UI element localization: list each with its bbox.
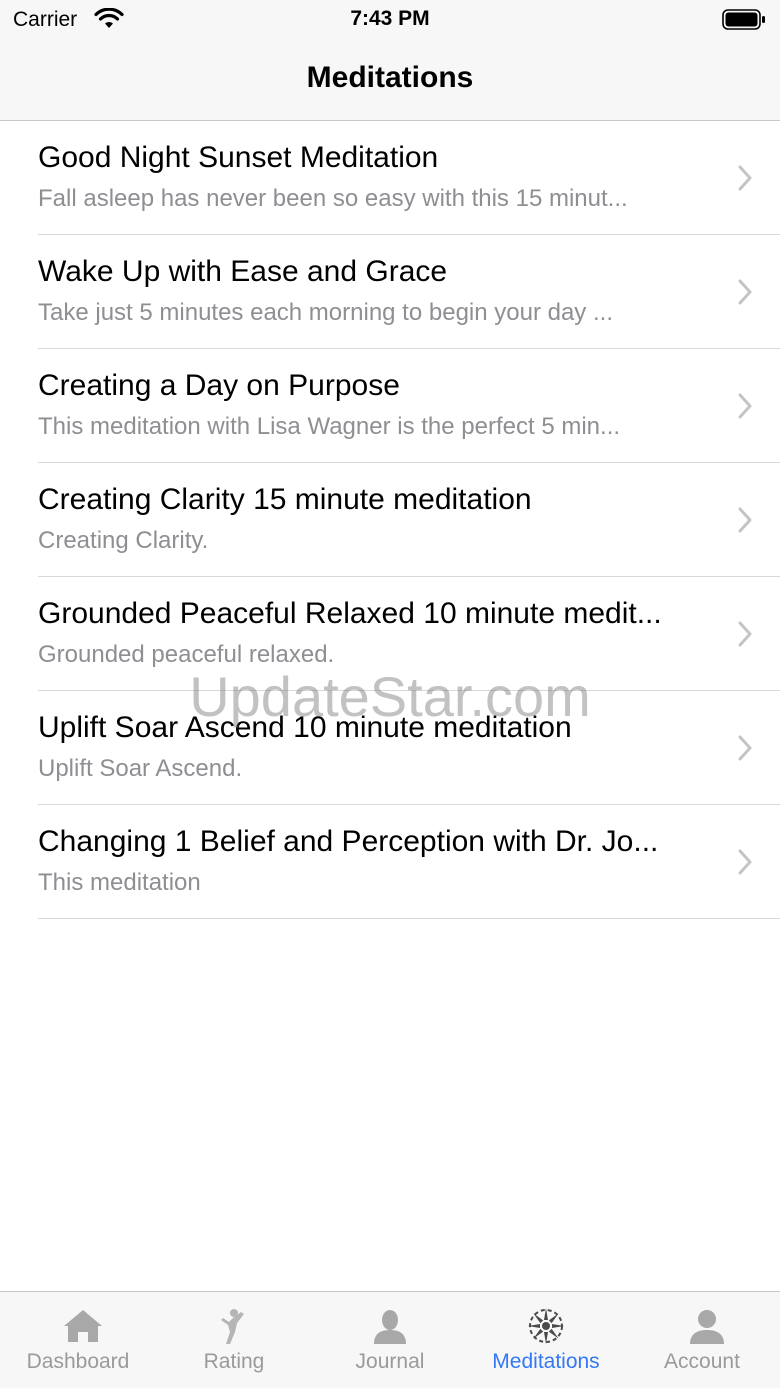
tab-label: Meditations bbox=[492, 1350, 600, 1373]
chevron-right-icon bbox=[738, 165, 752, 191]
tab-dashboard[interactable]: Dashboard bbox=[0, 1292, 156, 1388]
item-title: Wake Up with Ease and Grace bbox=[38, 255, 448, 288]
meditation-list: Good Night Sunset Meditation Fall asleep… bbox=[0, 121, 780, 919]
item-subtitle: Grounded peaceful relaxed. bbox=[38, 641, 335, 668]
person-bust-icon bbox=[374, 1310, 406, 1344]
list-item[interactable]: Creating Clarity 15 minute meditation Cr… bbox=[38, 463, 780, 577]
tab-rating[interactable]: Rating bbox=[156, 1292, 312, 1388]
list-item[interactable]: Uplift Soar Ascend 10 minute meditation … bbox=[38, 691, 780, 805]
list-item[interactable]: Grounded Peaceful Relaxed 10 minute medi… bbox=[38, 577, 780, 691]
item-subtitle: This meditation with Lisa Wagner is the … bbox=[38, 413, 621, 440]
tab-bar: Dashboard Rating Journal Meditations Acc… bbox=[0, 1291, 780, 1388]
tab-account[interactable]: Account bbox=[624, 1292, 780, 1388]
list-item[interactable]: Creating a Day on Purpose This meditatio… bbox=[38, 349, 780, 463]
list-item[interactable]: Wake Up with Ease and Grace Take just 5 … bbox=[38, 235, 780, 349]
item-subtitle: Fall asleep has never been so easy with … bbox=[38, 185, 628, 212]
house-icon bbox=[64, 1310, 102, 1342]
chevron-right-icon bbox=[738, 507, 752, 533]
item-title: Good Night Sunset Meditation bbox=[38, 141, 439, 174]
item-title: Creating a Day on Purpose bbox=[38, 369, 400, 402]
item-subtitle: Creating Clarity. bbox=[38, 527, 209, 554]
chevron-right-icon bbox=[738, 849, 752, 875]
item-title: Grounded Peaceful Relaxed 10 minute medi… bbox=[38, 597, 662, 630]
status-time: 7:43 PM bbox=[350, 7, 430, 30]
list-item[interactable]: Changing 1 Belief and Perception with Dr… bbox=[38, 805, 780, 919]
tab-label: Rating bbox=[203, 1350, 265, 1373]
chevron-right-icon bbox=[738, 279, 752, 305]
chevron-right-icon bbox=[738, 621, 752, 647]
status-bar: Carrier 7:43 PM bbox=[0, 0, 780, 40]
item-title: Creating Clarity 15 minute meditation bbox=[38, 483, 532, 516]
tab-label: Account bbox=[664, 1350, 740, 1373]
navigation-bar: Meditations bbox=[0, 40, 780, 121]
item-title: Uplift Soar Ascend 10 minute meditation bbox=[38, 711, 572, 744]
tab-meditations[interactable]: Meditations bbox=[468, 1292, 624, 1388]
battery-icon bbox=[722, 9, 765, 30]
tab-label: Dashboard bbox=[26, 1350, 130, 1373]
item-subtitle: Uplift Soar Ascend. bbox=[38, 755, 243, 782]
item-subtitle: This meditation bbox=[38, 869, 201, 896]
page-title: Meditations bbox=[306, 61, 474, 94]
item-title: Changing 1 Belief and Perception with Dr… bbox=[38, 825, 659, 858]
list-item[interactable]: Good Night Sunset Meditation Fall asleep… bbox=[38, 121, 780, 235]
account-icon bbox=[690, 1310, 724, 1344]
mandala-icon bbox=[528, 1308, 564, 1344]
chevron-right-icon bbox=[738, 393, 752, 419]
person-stretch-icon bbox=[221, 1309, 244, 1344]
tab-journal[interactable]: Journal bbox=[312, 1292, 468, 1388]
tab-label: Journal bbox=[355, 1350, 425, 1373]
chevron-right-icon bbox=[738, 735, 752, 761]
item-subtitle: Take just 5 minutes each morning to begi… bbox=[38, 299, 613, 326]
